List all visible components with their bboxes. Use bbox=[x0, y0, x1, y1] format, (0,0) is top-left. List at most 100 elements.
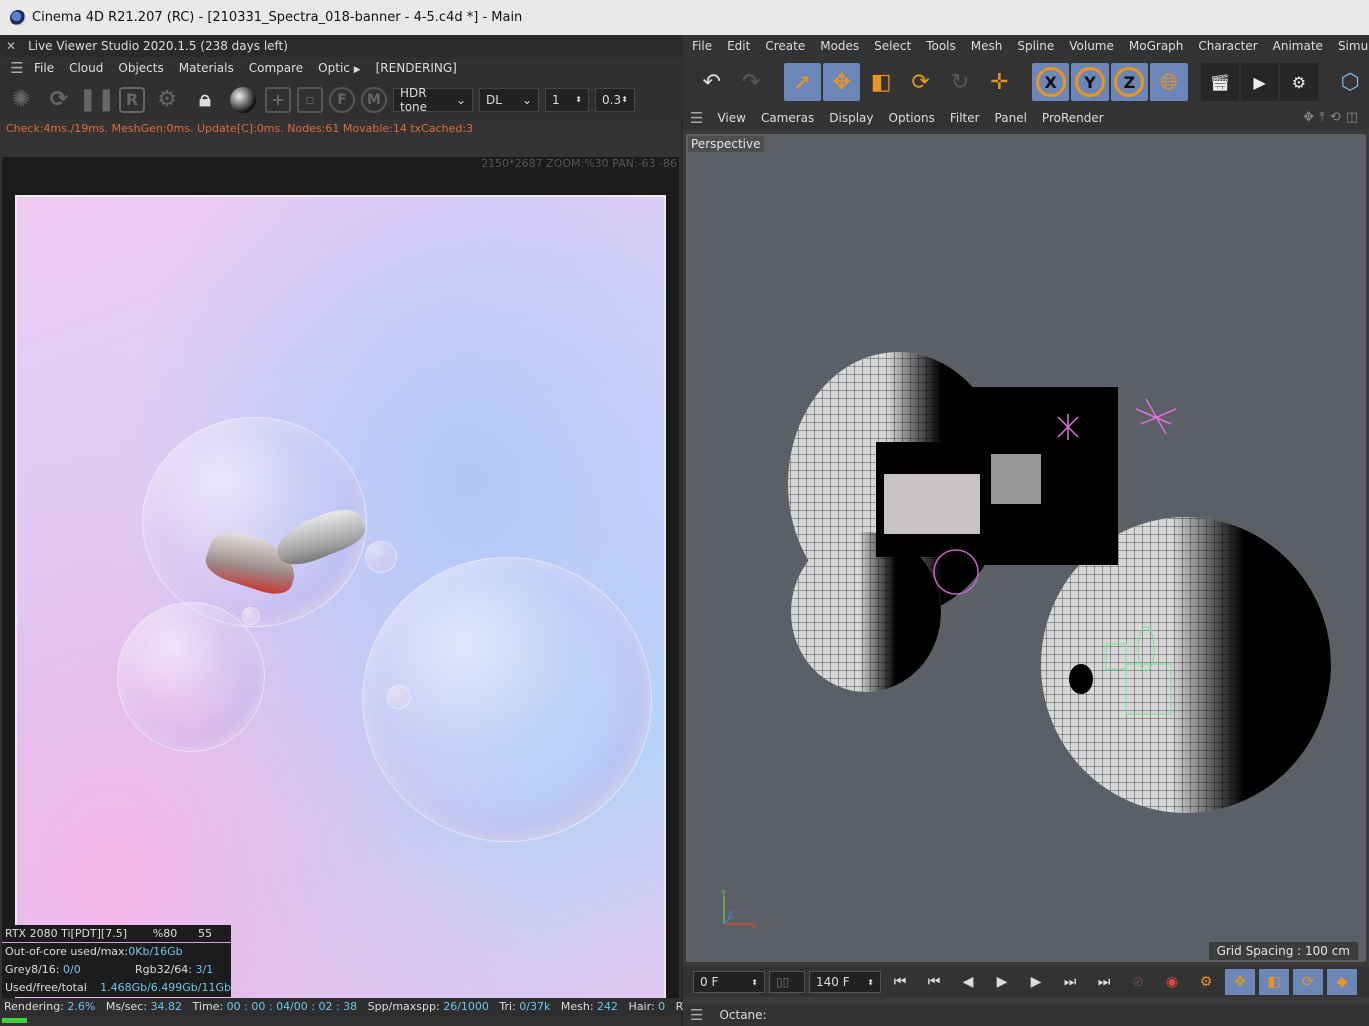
timeline-controls: 0 F ⬍ ▯▯ 140 F ⬍ ⏮ ⏮ ◀ ▶ ▶ ⏭ ⏭ ⊘ ◉ ⚙ ✥ ◧ ⟳… bbox=[683, 967, 1369, 997]
value-stepper-a[interactable]: 1 ⬍ bbox=[545, 87, 589, 112]
render-progress-bar-text: Rendering: 2.6% Ms/sec: 34.82 Time: 00 :… bbox=[0, 998, 714, 1016]
axis-x-label: X bbox=[751, 922, 757, 930]
cube-icon[interactable]: ⬡ bbox=[1331, 63, 1368, 101]
menu-mesh[interactable]: Mesh bbox=[971, 39, 1003, 53]
tri-value: 0/37k bbox=[519, 1000, 551, 1013]
vmenu-filter[interactable]: Filter bbox=[950, 111, 980, 125]
keyframe-selection-icon[interactable]: ⚙ bbox=[1191, 969, 1221, 995]
stepper-arrows-icon: ⬍ bbox=[575, 95, 582, 104]
vmenu-panel[interactable]: Panel bbox=[995, 111, 1027, 125]
lv-menu-file[interactable]: File bbox=[34, 61, 54, 75]
render-area[interactable]: 2150*2687 ZOOM:%30 PAN:-63 -86 bbox=[2, 157, 679, 1007]
menu-volume[interactable]: Volume bbox=[1069, 39, 1114, 53]
hamburger-icon[interactable]: ☰ bbox=[0, 59, 34, 77]
menu-character[interactable]: Character bbox=[1198, 39, 1257, 53]
y-axis-lock-button[interactable]: Y bbox=[1071, 63, 1109, 101]
play-icon[interactable]: ▶ bbox=[987, 969, 1017, 995]
menu-create[interactable]: Create bbox=[765, 39, 805, 53]
start-frame-field[interactable]: 0 F ⬍ bbox=[693, 971, 765, 993]
recent-tools-icon[interactable]: ↻ bbox=[941, 63, 978, 101]
x-axis-lock-button[interactable]: X bbox=[1031, 63, 1070, 101]
tone-select[interactable]: HDR tone ⌄ bbox=[393, 86, 473, 114]
rendering-value: 2.6% bbox=[67, 1000, 96, 1013]
lv-menu-objects[interactable]: Objects bbox=[118, 61, 163, 75]
hamburger-icon[interactable]: ☰ bbox=[690, 109, 703, 127]
select-tool-icon[interactable]: ➚ bbox=[783, 63, 822, 101]
coordinate-system-icon[interactable]: 🌐︎ bbox=[1150, 63, 1188, 101]
hamburger-icon[interactable]: ☰ bbox=[690, 1006, 703, 1024]
vmenu-prorender[interactable]: ProRender bbox=[1042, 111, 1104, 125]
lv-menu-materials[interactable]: Materials bbox=[179, 61, 234, 75]
focus-pick-icon[interactable]: F bbox=[329, 86, 355, 113]
lv-menu-cloud[interactable]: Cloud bbox=[69, 61, 103, 75]
record-key-icon[interactable]: ⊘ bbox=[1123, 969, 1153, 995]
menu-file[interactable]: File bbox=[692, 39, 712, 53]
redo-icon[interactable]: ↷ bbox=[732, 63, 769, 101]
region-render-icon[interactable]: R bbox=[119, 86, 145, 113]
next-frame-icon[interactable]: ▶ bbox=[1021, 969, 1051, 995]
key-scale-icon[interactable]: ◧ bbox=[1259, 969, 1289, 995]
menu-mograph[interactable]: MoGraph bbox=[1129, 39, 1184, 53]
time-value: 00 : 00 : 04/00 : 02 : 38 bbox=[226, 1000, 358, 1013]
vmenu-cameras[interactable]: Cameras bbox=[761, 111, 814, 125]
menu-modes[interactable]: Modes bbox=[820, 39, 859, 53]
mesh-label: Mesh: bbox=[560, 1000, 594, 1013]
rotate-tool-icon[interactable]: ⟳ bbox=[902, 63, 939, 101]
lv-menu-optic[interactable]: Optic ▶ bbox=[318, 61, 360, 75]
next-key-icon[interactable]: ⏭ bbox=[1055, 969, 1085, 995]
vmenu-display[interactable]: Display bbox=[829, 111, 873, 125]
restart-render-icon[interactable]: ⟳ bbox=[43, 84, 75, 116]
rendering-status-label: [RENDERING] bbox=[375, 61, 457, 75]
menu-spline[interactable]: Spline bbox=[1017, 39, 1054, 53]
prev-key-icon[interactable]: ⏮ bbox=[919, 969, 949, 995]
transform-tool-icon[interactable]: ✛ bbox=[981, 63, 1018, 101]
undo-icon[interactable]: ↶ bbox=[693, 63, 730, 101]
key-position-icon[interactable]: ✥ bbox=[1225, 969, 1255, 995]
vmenu-options[interactable]: Options bbox=[889, 111, 935, 125]
scale-tool-icon[interactable]: ◧ bbox=[862, 63, 899, 101]
material-mix-icon[interactable]: M bbox=[361, 86, 387, 113]
go-to-end-icon[interactable]: ⏭ bbox=[1089, 969, 1119, 995]
octane-status: Octane: bbox=[719, 1008, 767, 1022]
sphere-icon[interactable] bbox=[227, 84, 259, 116]
end-frame-field[interactable]: 140 F ⬍ bbox=[809, 971, 881, 993]
live-viewer-title: Live Viewer Studio 2020.1.5 (238 days le… bbox=[28, 39, 288, 53]
viewport-scene bbox=[788, 352, 1331, 813]
z-axis-lock-button[interactable]: Z bbox=[1110, 63, 1149, 101]
key-rotation-icon[interactable]: ⟳ bbox=[1293, 969, 1323, 995]
close-icon[interactable]: ✕ bbox=[6, 39, 16, 53]
go-to-start-icon[interactable]: ⏮ bbox=[885, 969, 915, 995]
vmenu-view[interactable]: View bbox=[717, 111, 745, 125]
vram-label: Used/free/total vram: bbox=[5, 981, 87, 1012]
key-param-icon[interactable]: ◆ bbox=[1327, 969, 1357, 995]
menu-select[interactable]: Select bbox=[874, 39, 911, 53]
lv-menu-compare[interactable]: Compare bbox=[249, 61, 303, 75]
settings-gear-icon[interactable]: ⚙ bbox=[151, 84, 183, 116]
gpu-stats-box: RTX 2080 Ti[PDT][7.5] %80 55 Out-of-core… bbox=[2, 925, 231, 1012]
add-pick-icon[interactable]: + bbox=[265, 86, 291, 113]
render-image[interactable] bbox=[17, 197, 664, 1003]
send-scene-icon[interactable]: ✺ bbox=[5, 84, 37, 116]
menu-simulate[interactable]: Simulate bbox=[1338, 39, 1369, 53]
prev-frame-icon[interactable]: ◀ bbox=[953, 969, 983, 995]
menu-edit[interactable]: Edit bbox=[727, 39, 750, 53]
autokey-icon[interactable]: ◉ bbox=[1157, 969, 1187, 995]
pause-icon[interactable]: ❚❚ bbox=[79, 84, 116, 116]
move-tool-icon[interactable]: ✥ bbox=[823, 63, 861, 101]
material-pick-icon[interactable]: ▫ bbox=[297, 86, 323, 113]
timeline-scrubber[interactable]: ▯▯ bbox=[769, 971, 805, 993]
c4d-menubar: File Edit Create Modes Select Tools Mesh… bbox=[683, 35, 1369, 57]
kernel-select[interactable]: DL ⌄ bbox=[479, 87, 539, 112]
menu-animate[interactable]: Animate bbox=[1273, 39, 1323, 53]
render-view-icon[interactable]: 🎬︎ bbox=[1201, 63, 1239, 101]
render-picture-viewer-icon[interactable]: ▶ bbox=[1240, 63, 1279, 101]
value-stepper-b[interactable]: 0.3 ⬍ bbox=[595, 87, 635, 112]
menu-tools[interactable]: Tools bbox=[926, 39, 956, 53]
perspective-viewport[interactable]: Perspective Y Z X Grid Spacing: 100 cm bbox=[686, 134, 1366, 962]
triangle-right-icon: ▶ bbox=[353, 65, 361, 75]
ooc-value: 0Kb/16Gb bbox=[128, 945, 183, 958]
viewport-nav-icons[interactable]: ✥⤒⟲◫ bbox=[1303, 110, 1363, 125]
render-settings-icon[interactable]: ⚙ bbox=[1280, 63, 1318, 101]
lock-icon[interactable]: 🔒︎ bbox=[189, 84, 221, 116]
gpu-temp: 55 bbox=[198, 927, 212, 940]
